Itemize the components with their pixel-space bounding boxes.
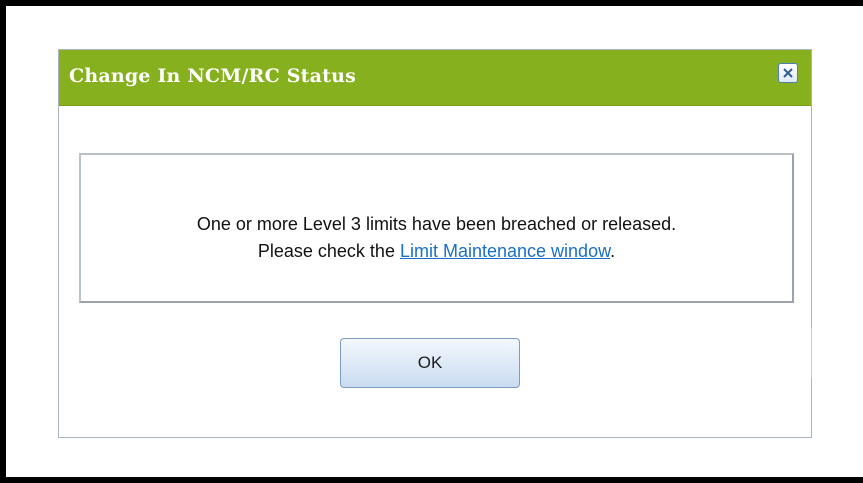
- message-line-2-suffix: .: [610, 241, 616, 261]
- close-icon: [783, 68, 793, 78]
- message-line-1: One or more Level 3 limits have been bre…: [196, 214, 677, 234]
- message-text: One or more Level 3 limits have been bre…: [81, 211, 792, 265]
- dialog-titlebar[interactable]: Change In NCM/RC Status: [59, 50, 811, 106]
- ok-button[interactable]: OK: [340, 338, 520, 388]
- status-dialog: Change In NCM/RC Status One or more Leve…: [58, 49, 812, 438]
- dialog-edge-shadow: [811, 328, 812, 378]
- dialog-title: Change In NCM/RC Status: [69, 65, 357, 87]
- message-panel: One or more Level 3 limits have been bre…: [79, 153, 794, 303]
- close-button[interactable]: [778, 63, 798, 83]
- message-line-2-prefix: Please check the: [257, 241, 400, 261]
- message-line-2: Please check the Limit Maintenance windo…: [81, 238, 792, 265]
- limit-maintenance-link[interactable]: Limit Maintenance window: [400, 241, 610, 261]
- screen-frame: Change In NCM/RC Status One or more Leve…: [0, 0, 863, 483]
